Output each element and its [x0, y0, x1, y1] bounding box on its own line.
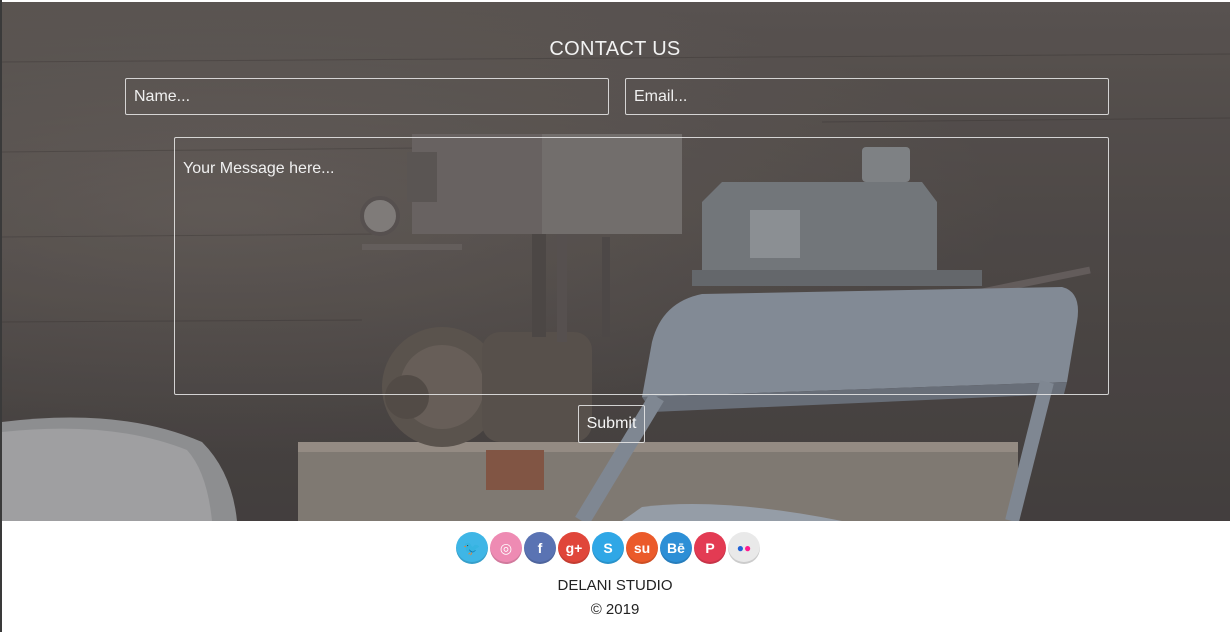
submit-button[interactable]: Submit	[578, 405, 645, 443]
stumbleupon-icon[interactable]: su	[626, 532, 658, 564]
dribbble-icon[interactable]: ◎	[490, 532, 522, 564]
social-links: 🐦 ◎ f g+ Ssu Bē P ● ●	[456, 532, 760, 566]
skype-icon[interactable]: S	[592, 532, 624, 564]
footer-copyright: © 2019	[590, 601, 640, 618]
twitter-icon[interactable]: 🐦	[456, 532, 488, 564]
contact-title: CONTACT US	[549, 38, 681, 60]
footer-brand: DELANI STUDIO	[557, 577, 673, 594]
facebook-icon[interactable]: f	[524, 532, 556, 564]
left-border	[0, 0, 2, 632]
flickr-icon[interactable]: ● ●	[728, 532, 760, 564]
message-textarea[interactable]	[174, 137, 1109, 395]
email-input[interactable]	[625, 78, 1109, 115]
name-input[interactable]	[125, 78, 609, 115]
behance-icon[interactable]: Bē	[660, 532, 692, 564]
pinterest-icon[interactable]: P	[694, 532, 726, 564]
google-plus-icon[interactable]: g+	[558, 532, 590, 564]
